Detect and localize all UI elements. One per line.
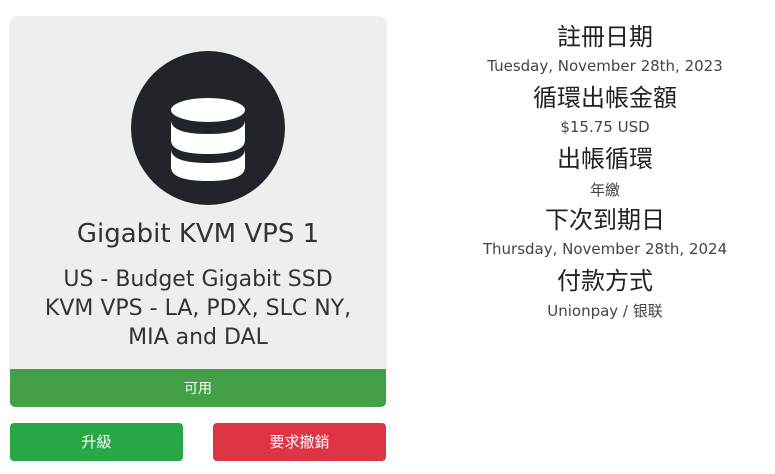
- registration-date-label: 註冊日期: [557, 23, 653, 51]
- database-icon: [131, 51, 285, 205]
- product-name: Gigabit KVM VPS 1: [76, 219, 320, 249]
- next-due-date-value: Thursday, November 28th, 2024: [482, 240, 728, 258]
- payment-method-label: 付款方式: [557, 267, 653, 295]
- registration-date-value: Tuesday, November 28th, 2023: [487, 57, 723, 75]
- next-due-date-label: 下次到期日: [545, 206, 665, 234]
- recurring-amount-value: $15.75 USD: [560, 118, 650, 136]
- upgrade-button[interactable]: 升級: [10, 423, 183, 461]
- product-description: US - Budget Gigabit SSD KVM VPS - LA, PD…: [44, 267, 352, 350]
- status-badge: 可用: [10, 369, 386, 407]
- product-card: Gigabit KVM VPS 1 US - Budget Gigabit SS…: [10, 17, 386, 373]
- billing-cycle-label: 出帳循環: [557, 145, 653, 173]
- recurring-amount-label: 循環出帳金額: [533, 84, 677, 112]
- request-cancellation-button[interactable]: 要求撤銷: [213, 423, 386, 461]
- billing-cycle-value: 年繳: [589, 181, 620, 199]
- payment-method-value: Unionpay / 银联: [547, 302, 663, 320]
